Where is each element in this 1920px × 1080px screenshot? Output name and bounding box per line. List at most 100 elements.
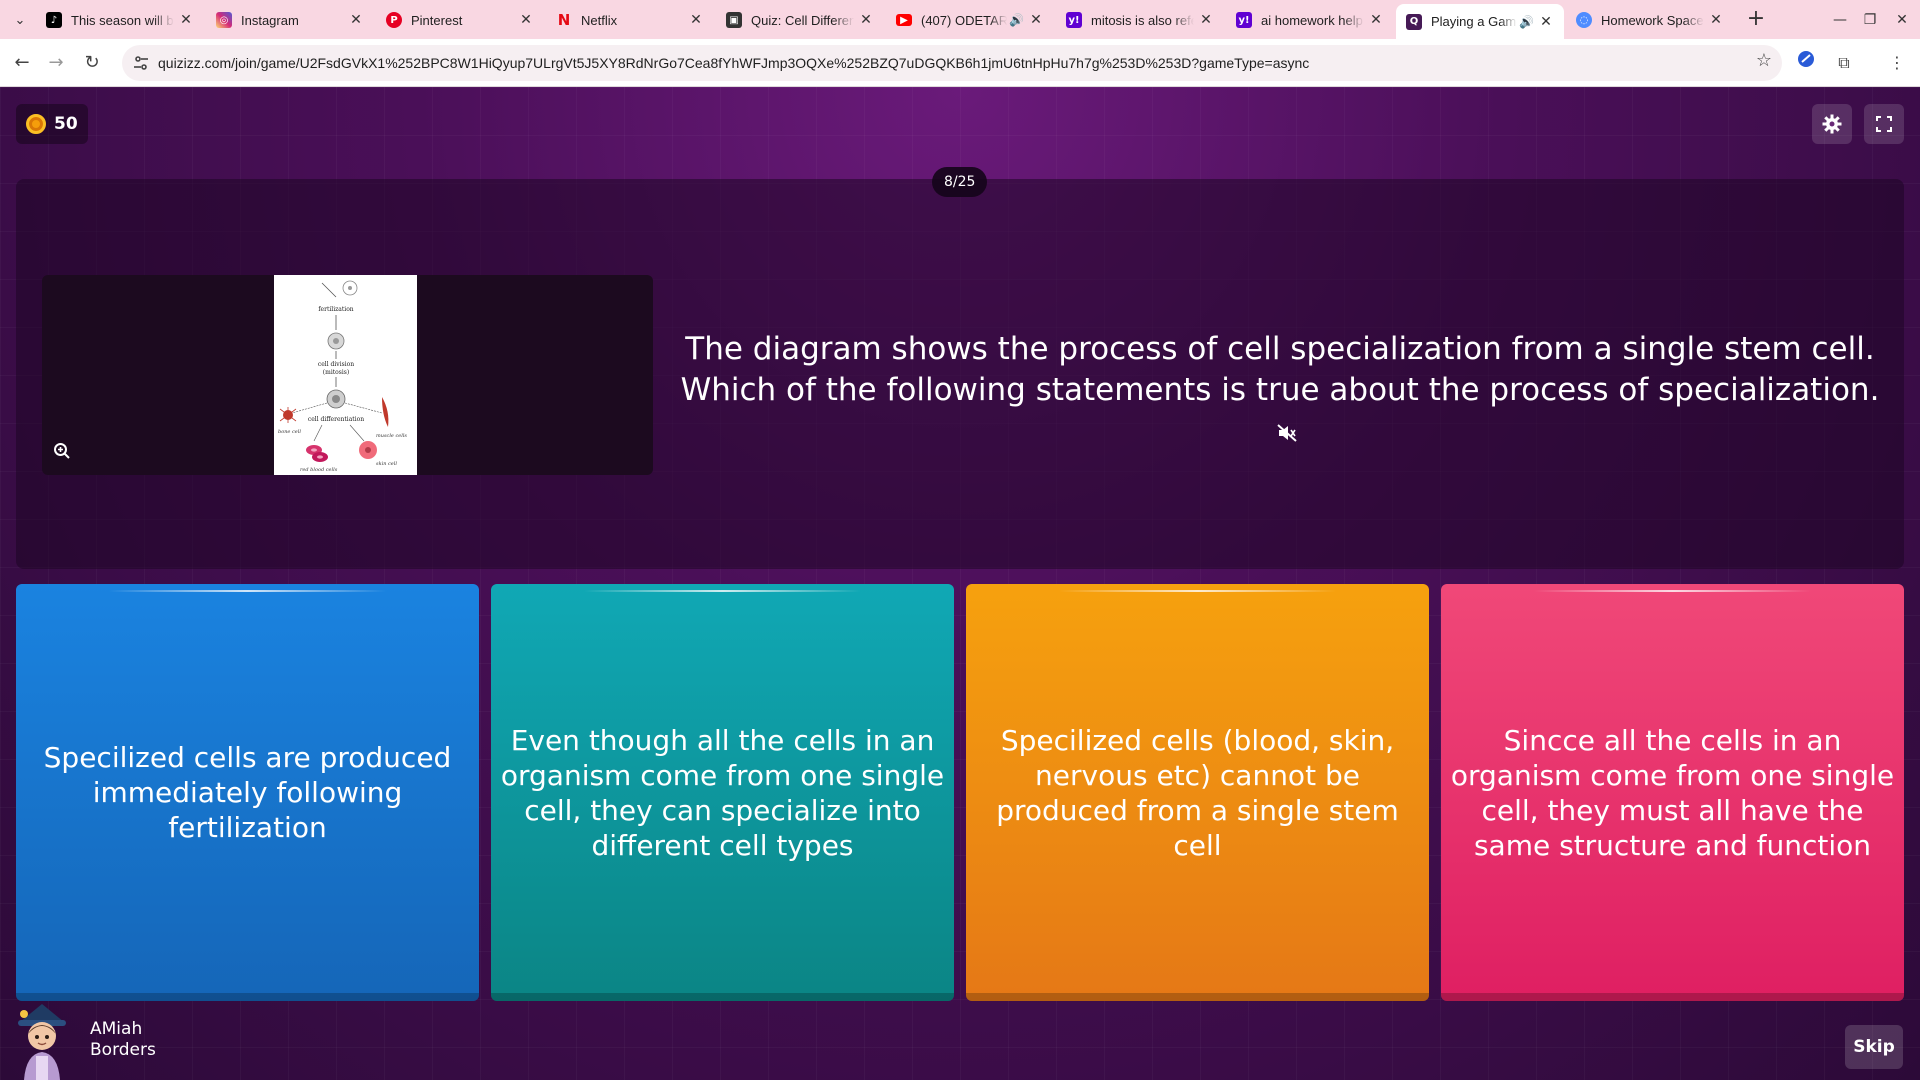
tab-quizizz-game[interactable]: Q Playing a Game 🔊 ✕ (1396, 4, 1564, 39)
cell-specialization-diagram[interactable]: fertilization cell division (mitosis) ce… (274, 275, 417, 475)
player-info: AMiah Borders (12, 1000, 156, 1080)
answer-option-text: Specilized cells (blood, skin, nervous e… (996, 723, 1399, 862)
homework-icon: ◌ (1576, 12, 1592, 28)
extension-icon[interactable] (1793, 50, 1819, 76)
close-tab-icon[interactable]: ✕ (1368, 12, 1384, 28)
fullscreen-icon (1876, 116, 1892, 132)
tab-title: Netflix (581, 12, 618, 28)
answer-option-2[interactable]: Even though all the cells in an organism… (491, 584, 954, 1001)
question-body: The diagram shows the process of cell sp… (680, 331, 1880, 408)
answer-options: Specilized cells are produced immediatel… (16, 584, 1904, 1001)
diagram-label-fertilization: fertilization (318, 306, 353, 313)
tab-netflix[interactable]: N Netflix ✕ (546, 4, 714, 36)
tab-search-chevron-icon[interactable]: ⌄ (8, 8, 32, 32)
settings-button[interactable] (1812, 104, 1852, 144)
answer-option-text: Even though all the cells in an organism… (500, 723, 945, 862)
diagram-label-cell-division: cell division (318, 361, 354, 368)
answer-option-3[interactable]: Specilized cells (blood, skin, nervous e… (966, 584, 1429, 1001)
diagram-label-muscle-cells: muscle cells (376, 433, 407, 439)
extensions-puzzle-icon[interactable]: ⧉ (1831, 50, 1857, 76)
forward-icon[interactable]: → (42, 49, 70, 77)
question-text: The diagram shows the process of cell sp… (672, 329, 1888, 453)
close-tab-icon[interactable]: ✕ (1028, 12, 1044, 28)
read-aloud-muted-button[interactable] (1277, 412, 1297, 453)
tab-title: Quiz: Cell Differenti (751, 12, 854, 28)
tab-yahoo-homework[interactable]: y! ai homework help ✕ (1226, 4, 1394, 36)
bookmark-star-icon[interactable]: ☆ (1756, 50, 1772, 71)
answer-option-4[interactable]: Sincce all the cells in an organism come… (1441, 584, 1904, 1001)
site-info-icon[interactable] (132, 54, 150, 72)
diagram-label-bone-cell: bone cell (278, 429, 301, 435)
tab-title: ai homework help (1261, 12, 1363, 28)
coin-counter: 50 (16, 104, 88, 144)
coin-count: 50 (54, 114, 78, 134)
pinterest-icon: P (386, 12, 402, 28)
fullscreen-button[interactable] (1864, 104, 1904, 144)
tab-tiktok[interactable]: ♪ This season will be ✕ (36, 4, 204, 36)
close-tab-icon[interactable]: ✕ (1708, 12, 1724, 28)
game-area: 50 fertilization cell division (mitosis)… (0, 87, 1920, 1080)
tab-quiz-cell[interactable]: ▣ Quiz: Cell Differenti ✕ (716, 4, 884, 36)
skip-button[interactable]: Skip (1845, 1025, 1903, 1069)
close-tab-icon[interactable]: ✕ (178, 12, 194, 28)
minimize-icon[interactable]: — (1828, 8, 1852, 32)
player-name: AMiah Borders (90, 1019, 156, 1061)
diagram-label-mitosis: (mitosis) (323, 369, 349, 376)
question-media: fertilization cell division (mitosis) ce… (42, 275, 653, 475)
reload-icon[interactable]: ↻ (78, 49, 106, 77)
tab-title: Homework Space (1601, 12, 1704, 28)
tab-homework-space[interactable]: ◌ Homework Space ✕ (1566, 4, 1734, 36)
player-last-name: Borders (90, 1040, 156, 1060)
question-counter: 8/25 (932, 167, 988, 197)
close-tab-icon[interactable]: ✕ (518, 12, 534, 28)
diagram-label-skin-cell: skin cell (376, 461, 397, 467)
yahoo-icon: y! (1066, 12, 1082, 28)
back-icon[interactable]: ← (8, 49, 36, 77)
close-tab-icon[interactable]: ✕ (1538, 14, 1554, 30)
youtube-icon: ▶ (896, 14, 912, 26)
browser-tab-strip: ⌄ ♪ This season will be ✕ ◎ Instagram ✕ … (0, 0, 1920, 39)
close-tab-icon[interactable]: ✕ (1198, 12, 1214, 28)
tab-pinterest[interactable]: P Pinterest ✕ (376, 4, 544, 36)
gear-icon (1822, 114, 1842, 134)
instagram-icon: ◎ (216, 12, 232, 28)
quizizz-icon: Q (1406, 13, 1422, 30)
close-tab-icon[interactable]: ✕ (858, 12, 874, 28)
quiz-icon: ▣ (726, 12, 742, 28)
tab-title: Playing a Game (1431, 14, 1518, 29)
diagram-label-red-blood-cells: red blood cells (300, 467, 338, 473)
diagram-label-cell-differentiation: cell differentiation (308, 416, 364, 423)
tab-instagram[interactable]: ◎ Instagram ✕ (206, 4, 374, 36)
coin-icon (26, 114, 46, 134)
close-window-icon[interactable]: ✕ (1890, 8, 1914, 32)
zoom-in-icon (54, 443, 70, 459)
speaker-icon[interactable]: 🔊 (1009, 13, 1024, 27)
skin-cell-drawing (359, 441, 377, 459)
speaker-muted-icon (1277, 424, 1297, 442)
answer-option-text: Specilized cells are produced immediatel… (43, 741, 452, 844)
address-bar[interactable]: quizizz.com/join/game/U2FsdGVkX1%252BPC8… (122, 45, 1782, 81)
tab-title: mitosis is also refe (1091, 12, 1194, 28)
answer-option-1[interactable]: Specilized cells are produced immediatel… (16, 584, 479, 1001)
new-tab-button[interactable]: + (1742, 6, 1770, 34)
player-first-name: AMiah (90, 1019, 143, 1039)
yahoo-icon: y! (1236, 12, 1252, 28)
speaker-icon[interactable]: 🔊 (1519, 15, 1534, 29)
netflix-icon: N (557, 11, 571, 29)
browser-toolbar: ← → ↻ quizizz.com/join/game/U2FsdGVkX1%2… (0, 39, 1920, 87)
tiktok-icon: ♪ (46, 12, 62, 28)
tab-title: Pinterest (411, 12, 463, 28)
menu-kebab-icon[interactable]: ⋮ (1884, 50, 1910, 76)
tab-title: This season will be (71, 12, 174, 28)
url-text[interactable]: quizizz.com/join/game/U2FsdGVkX1%252BPC8… (158, 45, 1309, 81)
tab-title: Instagram (241, 12, 299, 28)
answer-option-text: Sincce all the cells in an organism come… (1450, 723, 1895, 862)
tab-title: (407) ODETARI (921, 12, 1008, 28)
zoom-image-button[interactable] (48, 437, 76, 465)
restore-icon[interactable]: ❐ (1858, 8, 1882, 32)
tab-yahoo-mitosis[interactable]: y! mitosis is also refe ✕ (1056, 4, 1224, 36)
close-tab-icon[interactable]: ✕ (688, 12, 704, 28)
tab-youtube[interactable]: ▶ (407) ODETARI 🔊 ✕ (886, 4, 1054, 36)
question-panel: fertilization cell division (mitosis) ce… (16, 179, 1904, 569)
close-tab-icon[interactable]: ✕ (348, 12, 364, 28)
